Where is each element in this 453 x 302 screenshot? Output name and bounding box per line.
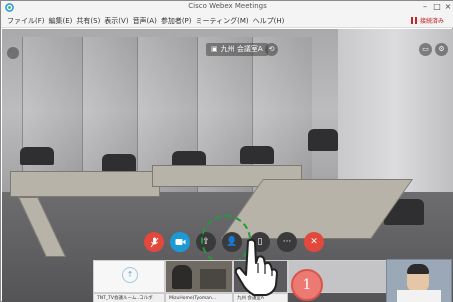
connection-status[interactable]: 接続済み bbox=[410, 16, 444, 25]
menu-edit[interactable]: 編集(E) bbox=[49, 16, 73, 26]
menu-bar: ファイル(F) 編集(E) 共有(S) 表示(V) 音声(A) 参加者(P) ミ… bbox=[1, 14, 453, 28]
more-icon: ··· bbox=[282, 237, 292, 247]
self-view[interactable] bbox=[386, 259, 452, 302]
info-icon[interactable]: ⟲ bbox=[265, 43, 278, 56]
menu-file[interactable]: ファイル(F) bbox=[7, 16, 45, 26]
thumbnail-content[interactable]: ↑ bbox=[93, 260, 165, 293]
menu-participants[interactable]: 参加者(P) bbox=[161, 16, 192, 26]
menu-view[interactable]: 表示(V) bbox=[104, 16, 128, 26]
more-button[interactable]: ··· bbox=[277, 232, 297, 252]
webex-window: Cisco Webex Meetings – □ × ファイル(F) 編集(E)… bbox=[0, 0, 453, 302]
step-callout: 1 bbox=[291, 269, 323, 301]
menu-share[interactable]: 共有(S) bbox=[76, 16, 100, 26]
microphone-icon bbox=[150, 237, 158, 247]
maximize-button[interactable]: □ bbox=[432, 2, 442, 12]
thumbnail-label: TNT_TV会議ルーム..コルボ bbox=[93, 293, 165, 302]
layout-icon[interactable] bbox=[7, 47, 19, 59]
room-name-label: 九州 会議室A bbox=[220, 45, 263, 53]
menu-meeting[interactable]: ミーティング(M) bbox=[196, 16, 249, 26]
room-name-chip[interactable]: ▣ 九州 会議室A bbox=[206, 43, 268, 56]
leave-button[interactable]: ✕ bbox=[304, 232, 324, 252]
title-bar: Cisco Webex Meetings – □ × bbox=[1, 1, 453, 14]
minimize-button[interactable]: – bbox=[420, 2, 430, 12]
video-button[interactable] bbox=[170, 232, 190, 252]
thumbnail-video[interactable] bbox=[165, 260, 233, 293]
thumbnail-label: MizuHome(Tyoman... bbox=[165, 293, 233, 302]
video-camera-icon bbox=[175, 239, 185, 245]
connection-status-label: 接続済み bbox=[419, 18, 444, 25]
close-window-button[interactable]: × bbox=[443, 2, 453, 12]
settings-icon[interactable]: ⚙ bbox=[435, 43, 448, 56]
menu-help[interactable]: ヘルプ(H) bbox=[253, 16, 285, 26]
connection-icon bbox=[410, 17, 417, 24]
window-title: Cisco Webex Meetings bbox=[188, 2, 267, 10]
upload-icon: ↑ bbox=[122, 267, 138, 283]
close-icon: ✕ bbox=[310, 237, 318, 247]
menu-audio[interactable]: 音声(A) bbox=[133, 16, 157, 26]
device-icon: ▣ bbox=[211, 45, 218, 53]
hand-pointer-icon bbox=[234, 238, 278, 296]
mute-button[interactable] bbox=[144, 232, 164, 252]
grid-view-icon[interactable]: ▭ bbox=[419, 43, 432, 56]
